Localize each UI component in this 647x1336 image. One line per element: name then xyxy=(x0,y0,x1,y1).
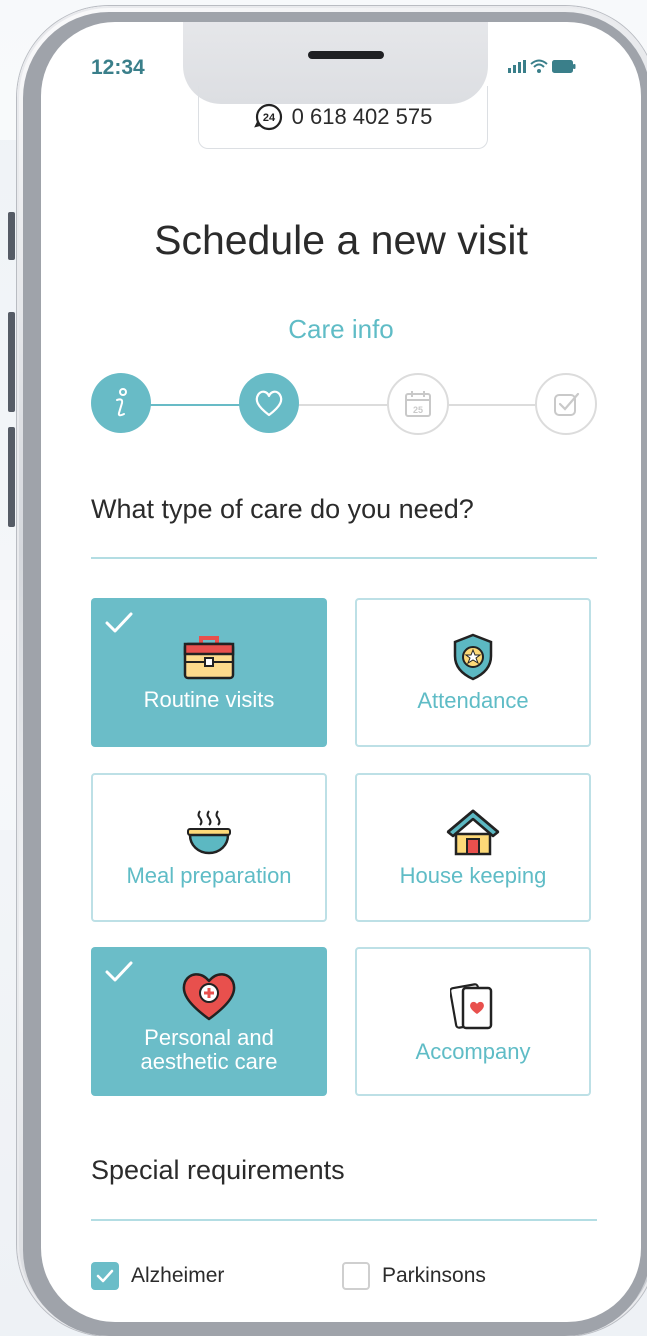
soup-bowl-icon xyxy=(187,809,231,854)
care-option-label: Attendance xyxy=(417,687,529,713)
step-connector xyxy=(149,404,241,406)
calendar-icon: 25 xyxy=(405,391,431,417)
requirement-label: Parkinsons xyxy=(382,1264,486,1287)
checkbox-unchecked[interactable] xyxy=(342,1262,370,1290)
checkmark-icon xyxy=(105,612,133,633)
care-option-label-line: aesthetic care xyxy=(140,1048,278,1074)
24h-phone-icon: 24 xyxy=(253,103,282,131)
mute-switch xyxy=(8,212,15,260)
care-option-routine-visits[interactable]: Routine visits xyxy=(91,598,327,747)
care-option-label: House keeping xyxy=(399,862,547,888)
checklist-icon xyxy=(554,392,580,416)
svg-text:25: 25 xyxy=(413,405,423,415)
care-option-personal-care[interactable]: Personal and aesthetic care xyxy=(91,947,327,1096)
hotline-number: 0 618 402 575 xyxy=(291,104,433,129)
svg-text:24: 24 xyxy=(263,112,276,124)
status-icons xyxy=(508,59,576,73)
toolbox-icon xyxy=(183,635,235,679)
status-time: 12:34 xyxy=(91,56,145,79)
requirements-title: Special requirements xyxy=(91,1155,345,1185)
playing-cards-icon xyxy=(450,982,493,1029)
step-date[interactable]: 25 xyxy=(387,373,449,435)
requirement-alzheimer[interactable]: Alzheimer xyxy=(91,1262,224,1290)
signal-icon xyxy=(508,59,526,73)
requirement-parkinsons[interactable]: Parkinsons xyxy=(342,1262,486,1290)
battery-icon xyxy=(552,59,576,73)
care-option-accompany[interactable]: Accompany xyxy=(355,947,591,1096)
checkmark-icon xyxy=(96,1269,114,1283)
heart-icon xyxy=(255,390,283,417)
step-connector xyxy=(297,404,389,406)
info-icon xyxy=(116,388,127,417)
page-title: Schedule a new visit xyxy=(154,217,528,263)
step-connector xyxy=(445,404,537,406)
care-option-meal-preparation[interactable]: Meal preparation xyxy=(91,773,327,922)
step-care[interactable] xyxy=(239,373,299,433)
volume-up-button xyxy=(8,312,15,412)
section-divider xyxy=(91,557,597,559)
care-option-label: Routine visits xyxy=(143,686,275,712)
care-option-label: Accompany xyxy=(415,1038,531,1064)
phone-screen: 12:34 24 0 618 402 575 Schedule a new vi… xyxy=(41,22,641,1322)
care-option-label: Personal and aesthetic care xyxy=(140,1024,278,1074)
care-option-label: Meal preparation xyxy=(126,862,292,888)
step-info[interactable] xyxy=(91,373,151,433)
house-icon xyxy=(446,809,500,855)
care-option-attendance[interactable]: Attendance xyxy=(355,598,591,747)
section-divider xyxy=(91,1219,597,1221)
step-confirm[interactable] xyxy=(535,373,597,435)
checkbox-checked[interactable] xyxy=(91,1262,119,1290)
shield-star-icon xyxy=(453,633,493,680)
care-option-label-line: Personal and xyxy=(144,1024,274,1050)
step-name: Care info xyxy=(288,314,394,344)
requirement-label: Alzheimer xyxy=(131,1264,225,1287)
wifi-icon xyxy=(530,59,548,73)
speaker xyxy=(308,51,384,59)
progress-stepper: 25 xyxy=(91,373,601,437)
hotline-box[interactable]: 24 0 618 402 575 xyxy=(198,86,488,149)
checkmark-icon xyxy=(105,961,133,982)
care-question: What type of care do you need? xyxy=(91,494,474,524)
volume-down-button xyxy=(8,427,15,527)
care-option-house-keeping[interactable]: House keeping xyxy=(355,773,591,922)
heart-plus-icon xyxy=(182,972,236,1020)
